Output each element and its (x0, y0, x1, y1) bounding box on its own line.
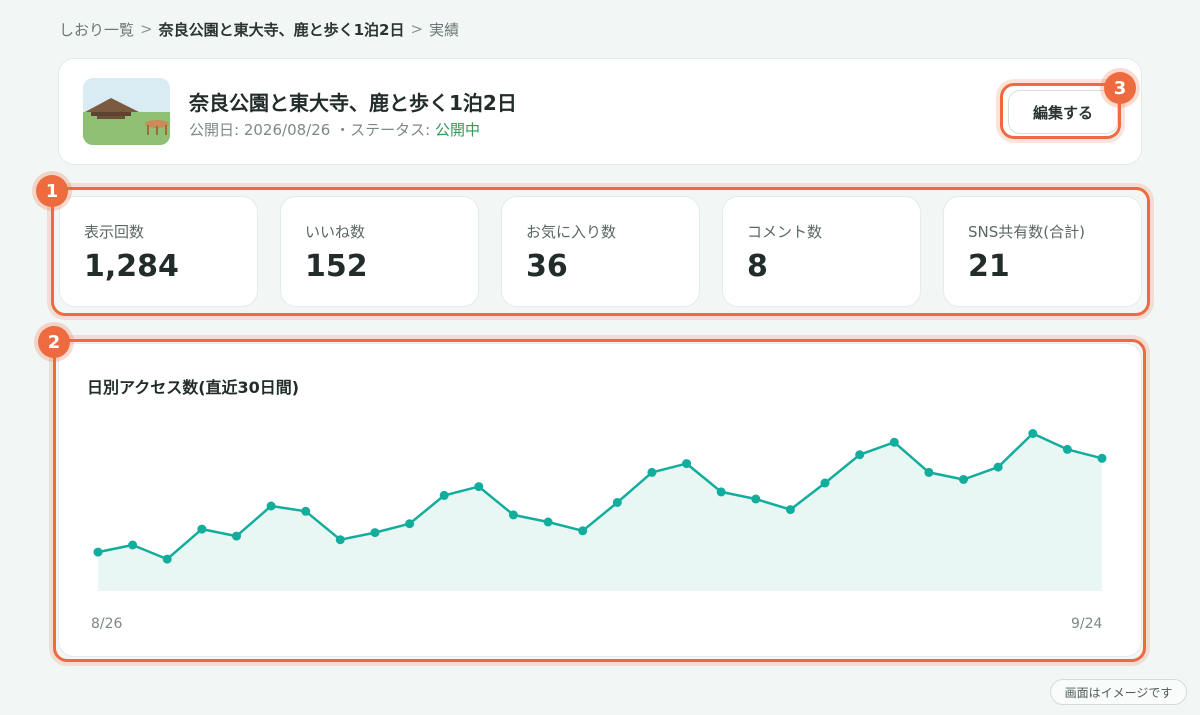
chart-area-fill (98, 433, 1102, 591)
plan-header-card: 奈良公園と東大寺、鹿と歩く1泊2日 公開日: 2026/08/26 ・ステータス… (58, 58, 1142, 165)
disclaimer-label: 画面はイメージです (1050, 679, 1187, 705)
status-badge: 公開中 (434, 121, 480, 139)
stat-label: 表示回数 (84, 223, 145, 241)
stat-card-views: 表示回数 1,284 (59, 196, 258, 307)
plan-thumbnail (83, 78, 170, 145)
stat-label: コメント数 (747, 223, 823, 241)
chart-data-point (785, 505, 795, 515)
status-label: ステータス: (350, 121, 431, 139)
breadcrumb: しおり一覧 > 奈良公園と東大寺、鹿と歩く1泊2日 > 実績 (59, 18, 459, 40)
breadcrumb-current: 実績 (429, 20, 460, 39)
chart-data-point (820, 478, 830, 488)
chart-data-point (232, 531, 241, 541)
x-axis-start-label: 8/26 (91, 616, 123, 632)
chart-data-point (1097, 453, 1107, 463)
chart-data-point (682, 459, 692, 469)
chart-data-point (993, 462, 1003, 472)
stat-value: 36 (526, 249, 568, 284)
chart-data-point (439, 490, 449, 500)
chart-data-point (647, 467, 657, 477)
callout-badge-2: 2 (38, 326, 70, 358)
published-date: 2026/08/26 (243, 121, 331, 139)
chart-data-point (889, 437, 899, 447)
stat-card-sns-shares: SNS共有数(合計) 21 (943, 196, 1142, 307)
callout-badge-1: 1 (36, 175, 68, 207)
chart-data-point (543, 517, 553, 527)
chart-data-point (1062, 444, 1072, 454)
callout-badge-3: 3 (1104, 72, 1136, 104)
chart-data-point (612, 498, 622, 507)
chart-data-point (578, 526, 588, 536)
chart-data-point (197, 524, 207, 534)
chart-data-point (266, 501, 276, 511)
edit-button[interactable]: 編集する (1008, 90, 1118, 134)
chart-data-point (301, 506, 311, 516)
chart-data-point (751, 494, 761, 504)
plan-meta: 公開日: 2026/08/26 ・ステータス: 公開中 (189, 119, 480, 140)
stat-card-comments: コメント数 8 (722, 196, 921, 307)
chart-data-point (370, 528, 380, 538)
meta-separator: ・ (335, 121, 351, 139)
chart-data-point (335, 535, 345, 545)
chart-data-point (508, 510, 518, 520)
chart-data-point (1028, 429, 1038, 438)
stat-value: 1,284 (84, 249, 179, 284)
chart-plot (93, 429, 1107, 591)
plan-title: 奈良公園と東大寺、鹿と歩く1泊2日 (189, 91, 517, 115)
stat-label: いいね数 (305, 223, 366, 241)
daily-access-chart: 日別アクセス数(直近30日間) 8/26 9/24 (58, 343, 1142, 657)
chart-data-point (128, 540, 138, 550)
breadcrumb-root-link[interactable]: しおり一覧 (59, 19, 134, 40)
breadcrumb-separator: > (410, 20, 424, 38)
chart-data-point (855, 450, 865, 460)
breadcrumb-plan-link[interactable]: 奈良公園と東大寺、鹿と歩く1泊2日 (159, 19, 405, 40)
breadcrumb-separator: > (140, 20, 153, 38)
stat-label: SNS共有数(合計) (968, 223, 1085, 241)
x-axis-end-label: 9/24 (1071, 616, 1103, 632)
stat-label: お気に入り数 (526, 223, 617, 241)
stat-value: 152 (305, 249, 368, 284)
stat-value: 8 (747, 249, 768, 284)
stat-card-favorites: お気に入り数 36 (501, 196, 700, 307)
chart-data-point (474, 482, 484, 492)
stat-value: 21 (968, 249, 1010, 284)
chart-data-point (405, 519, 415, 529)
stat-card-likes: いいね数 152 (280, 196, 479, 307)
chart-data-point (959, 475, 968, 484)
chart-data-point (924, 467, 934, 477)
chart-data-point (162, 554, 172, 564)
chart-data-point (93, 547, 103, 557)
published-label: 公開日: (189, 121, 240, 139)
chart-data-point (716, 487, 726, 497)
